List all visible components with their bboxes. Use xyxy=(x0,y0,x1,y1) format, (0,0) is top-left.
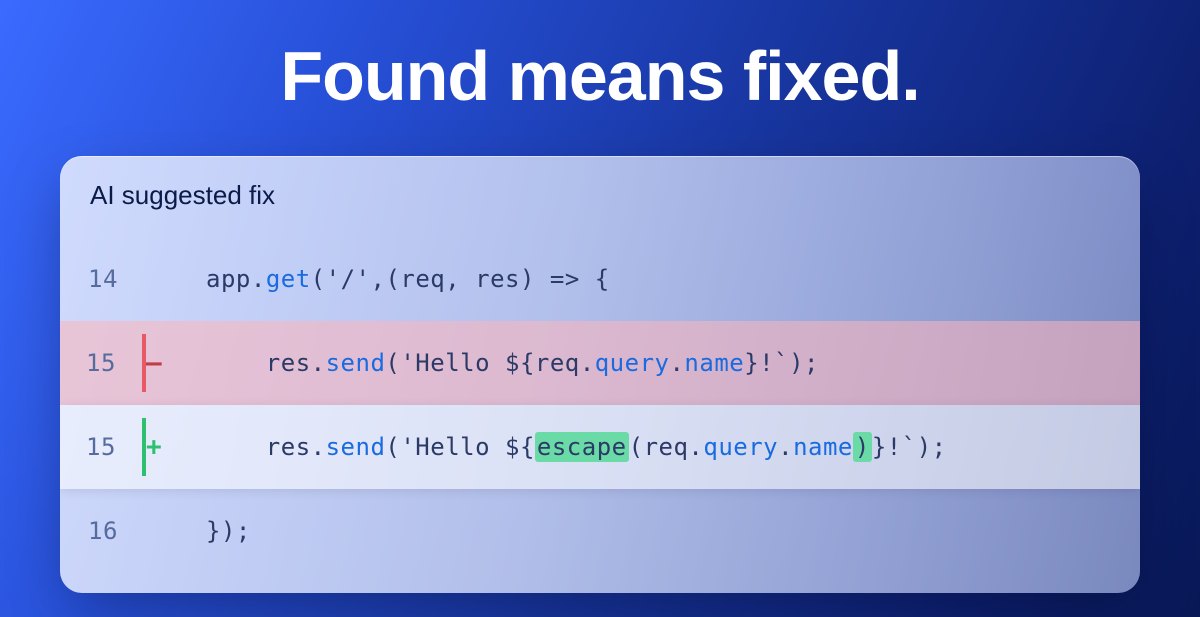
code-token: . xyxy=(311,433,326,461)
code-token: req xyxy=(535,349,580,377)
card-title: AI suggested fix xyxy=(60,156,1140,237)
code-token-method: send xyxy=(326,433,386,461)
code-token-highlight: ) xyxy=(853,432,872,462)
code-token-string: 'Hello ${ xyxy=(400,349,535,377)
code-token-method: send xyxy=(326,349,386,377)
code-token: ( xyxy=(629,433,644,461)
code-token: ( xyxy=(311,265,326,293)
code-line-added: 15 + res.send('Hello ${escape(req.query.… xyxy=(60,405,1140,489)
code-token: ); xyxy=(789,349,819,377)
code-token: . xyxy=(688,433,703,461)
hero-headline: Found means fixed. xyxy=(0,0,1200,156)
code-token xyxy=(206,433,266,461)
code-content: }); xyxy=(206,489,1140,573)
code-token: app xyxy=(206,265,251,293)
code-token: (req, res) xyxy=(385,265,535,293)
line-number: 15 xyxy=(60,418,146,476)
code-token: , xyxy=(370,265,385,293)
code-token-prop: query xyxy=(703,433,778,461)
minus-icon: – xyxy=(146,348,162,378)
code-token: . xyxy=(251,265,266,293)
code-token: req xyxy=(644,433,689,461)
code-token-string: }!` xyxy=(872,433,917,461)
code-line-16: 16 }); xyxy=(60,489,1140,573)
line-number: 16 xyxy=(60,517,146,545)
code-token: . xyxy=(778,433,793,461)
code-content: app.get('/',(req, res) => { xyxy=(206,237,1140,321)
code-token: ( xyxy=(385,433,400,461)
code-token-highlight: escape xyxy=(535,432,629,462)
line-number: 15 xyxy=(60,334,146,392)
code-token xyxy=(206,349,266,377)
line-number: 14 xyxy=(60,265,146,293)
code-token-method: get xyxy=(266,265,311,293)
code-token: . xyxy=(311,349,326,377)
code-token: }); xyxy=(206,517,251,545)
code-token-prop: name xyxy=(684,349,744,377)
code-token: ); xyxy=(917,433,947,461)
code-line-14: 14 app.get('/',(req, res) => { xyxy=(60,237,1140,321)
code-token-prop: name xyxy=(793,433,853,461)
suggested-fix-card: AI suggested fix 14 app.get('/',(req, re… xyxy=(60,156,1140,593)
code-token: => xyxy=(535,265,595,293)
diff-marker-removed: – xyxy=(146,348,206,378)
code-content: res.send('Hello ${req.query.name}!`); xyxy=(206,321,1140,405)
code-token-string: '/' xyxy=(326,265,371,293)
diff-marker-added: + xyxy=(146,432,206,462)
code-token: ( xyxy=(385,349,400,377)
code-token: res xyxy=(266,349,311,377)
code-token: { xyxy=(595,265,610,293)
code-line-removed: 15 – res.send('Hello ${req.query.name}!`… xyxy=(60,321,1140,405)
code-token-string: }!` xyxy=(744,349,789,377)
code-token: . xyxy=(580,349,595,377)
code-token: . xyxy=(669,349,684,377)
code-token: res xyxy=(266,433,311,461)
code-token-prop: query xyxy=(595,349,670,377)
code-content: res.send('Hello ${escape(req.query.name)… xyxy=(206,405,1140,489)
code-token-string: 'Hello ${ xyxy=(400,433,535,461)
plus-icon: + xyxy=(146,432,162,462)
